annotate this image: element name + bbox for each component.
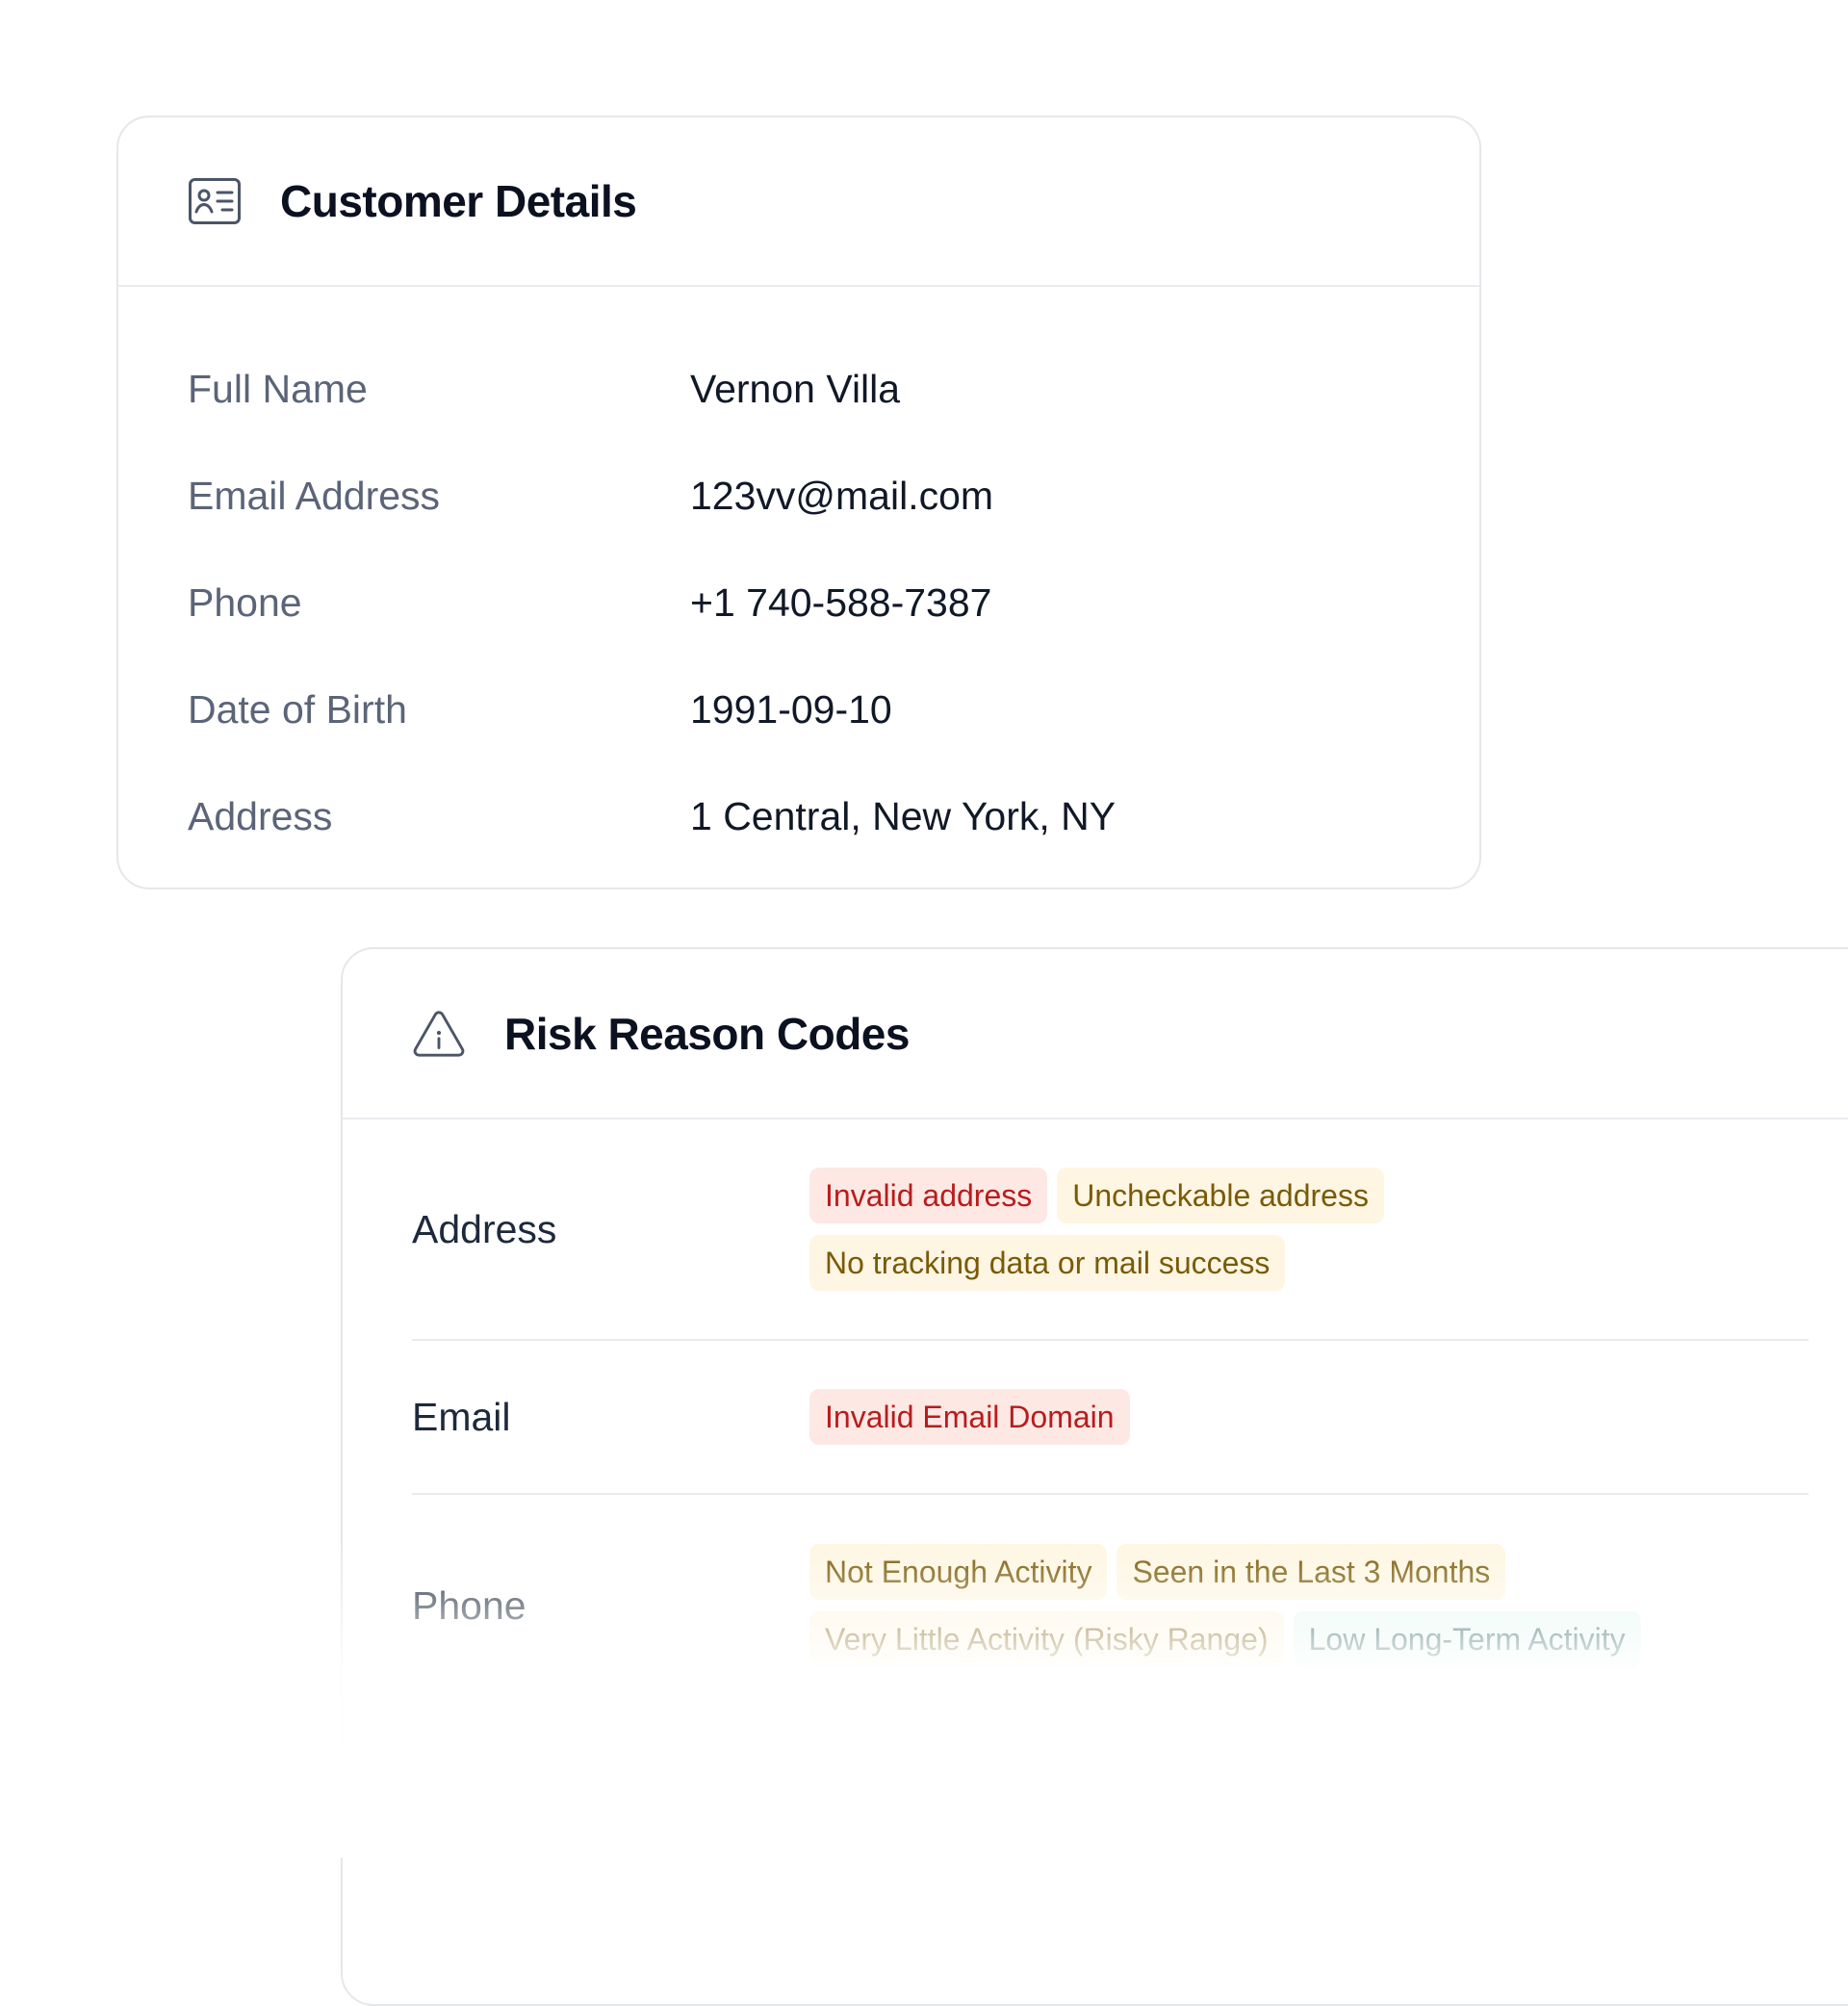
detail-row-full-name: Full Name Vernon Villa	[118, 336, 1479, 443]
risk-label: Address	[412, 1206, 557, 1251]
detail-row-email: Email Address 123vv@mail.com	[118, 443, 1479, 550]
risk-tag: Not Enough Activity	[809, 1544, 1108, 1600]
warning-triangle-icon	[412, 1010, 466, 1058]
detail-label: Address	[188, 794, 333, 838]
risk-reason-codes-title: Risk Reason Codes	[504, 1008, 910, 1059]
risk-tags: Invalid Email Domain	[809, 1389, 1676, 1445]
detail-value: 123vv@mail.com	[690, 474, 994, 518]
detail-row-date-of-birth: Date of Birth 1991-09-10	[118, 656, 1479, 763]
risk-tags: Invalid address Uncheckable address No t…	[809, 1168, 1676, 1291]
detail-value: 1 Central, New York, NY	[690, 794, 1116, 838]
risk-tag: Very Little Activity (Risky Range)	[809, 1611, 1284, 1667]
risk-tag: Invalid Email Domain	[809, 1389, 1130, 1445]
detail-value: 1991-09-10	[690, 687, 892, 732]
customer-details-card: Customer Details Full Name Vernon Villa …	[116, 116, 1481, 889]
risk-label: Phone	[412, 1582, 526, 1628]
risk-row-email: Email Invalid Email Domain	[412, 1341, 1809, 1495]
risk-tag: Low Long-Term Activity	[1293, 1611, 1641, 1667]
risk-tag: No tracking data or mail success	[809, 1235, 1286, 1291]
risk-tags: Not Enough Activity Seen in the Last 3 M…	[809, 1544, 1676, 1667]
detail-label: Phone	[188, 580, 302, 625]
detail-label: Date of Birth	[188, 687, 407, 732]
risk-label: Email	[412, 1394, 511, 1439]
risk-tag: Invalid address	[809, 1168, 1048, 1223]
id-card-icon	[188, 177, 242, 225]
risk-row-address: Address Invalid address Uncheckable addr…	[412, 1119, 1809, 1341]
detail-value: Vernon Villa	[690, 367, 901, 411]
detail-label: Full Name	[188, 367, 368, 411]
customer-details-list: Full Name Vernon Villa Email Address 123…	[118, 287, 1479, 870]
risk-row-phone: Phone Not Enough Activity Seen in the La…	[412, 1495, 1809, 1716]
customer-details-title: Customer Details	[280, 176, 637, 226]
detail-value: +1 740-588-7387	[690, 580, 992, 625]
risk-reason-codes-header: Risk Reason Codes	[343, 949, 1848, 1119]
detail-row-phone: Phone +1 740-588-7387	[118, 550, 1479, 656]
risk-tag: Seen in the Last 3 Months	[1116, 1544, 1506, 1600]
customer-details-header: Customer Details	[118, 117, 1479, 287]
detail-label: Email Address	[188, 474, 441, 518]
risk-reason-codes-card: Risk Reason Codes Address Invalid addres…	[341, 947, 1848, 2006]
detail-row-address: Address 1 Central, New York, NY	[118, 763, 1479, 870]
risk-reason-list: Address Invalid address Uncheckable addr…	[343, 1119, 1848, 1716]
risk-tag: Uncheckable address	[1057, 1168, 1384, 1223]
